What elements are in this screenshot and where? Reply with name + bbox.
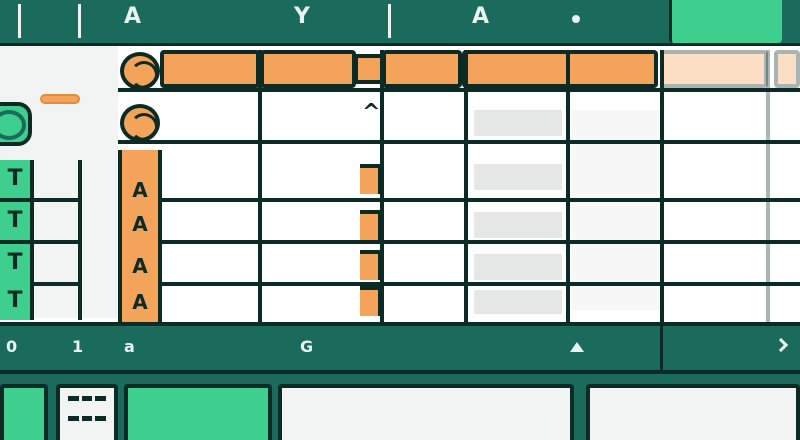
column-header[interactable] [774, 50, 800, 88]
record-circle-icon[interactable] [120, 104, 160, 142]
grid-cell[interactable] [474, 110, 562, 136]
row-label: A [132, 212, 148, 236]
bracket-icon [360, 164, 382, 194]
record-circle-icon[interactable] [120, 52, 160, 90]
column-header[interactable] [660, 50, 768, 88]
table-grid-icon[interactable] [56, 384, 118, 440]
sidebar-row[interactable]: T [0, 160, 82, 202]
bottom-input[interactable] [586, 384, 800, 440]
grid-cell[interactable] [474, 290, 562, 314]
status-bar [0, 322, 800, 374]
toolbar-primary-button[interactable] [669, 0, 782, 43]
toolbar-tool-a2[interactable]: A [472, 6, 489, 28]
bracket-icon [360, 286, 382, 316]
grid-bar [68, 415, 79, 421]
status-item: 0 [6, 337, 18, 356]
grid-bar [81, 415, 93, 421]
column-header[interactable] [260, 50, 356, 88]
grid-line [566, 50, 570, 322]
toolbar-divider [18, 4, 21, 38]
notification-dot-icon [572, 15, 580, 23]
status-item: G [300, 337, 314, 356]
bottom-primary-button[interactable] [124, 384, 272, 440]
sidebar-key: T [0, 160, 34, 198]
status-divider [660, 326, 663, 370]
sidebar-row[interactable]: T [0, 202, 82, 244]
toolbar-divider [388, 4, 391, 38]
sidebar-key: T [0, 244, 34, 282]
grid-line [118, 140, 800, 144]
grid-line [118, 88, 800, 92]
column-marker-icon[interactable] [354, 54, 384, 84]
sidebar-row[interactable]: T [0, 244, 82, 286]
grid-bar [95, 396, 106, 401]
status-item: a [124, 337, 135, 356]
triangle-up-icon[interactable] [570, 342, 584, 352]
grid-line [258, 50, 262, 322]
bracket-icon [360, 250, 382, 280]
sidebar-key: T [0, 202, 34, 240]
sidebar-key: T [0, 282, 34, 320]
grid-line [464, 50, 468, 322]
grid-cell[interactable] [474, 254, 562, 280]
sidebar-divider [78, 160, 82, 320]
column-header[interactable] [160, 50, 260, 88]
status-item: 1 [72, 337, 84, 356]
toolbar-tool-y[interactable]: Y [294, 6, 310, 28]
column-header[interactable] [462, 50, 658, 88]
row-label: A [132, 290, 148, 314]
bracket-icon [360, 210, 382, 240]
grid-bar [68, 396, 79, 401]
grid-bar [95, 415, 106, 421]
grid-cell[interactable] [474, 212, 562, 238]
column-header[interactable] [382, 50, 462, 88]
grid-line [766, 50, 770, 322]
grid-cell[interactable] [474, 164, 562, 190]
row-label: A [132, 254, 148, 278]
grid-line [118, 198, 800, 202]
sidebar-row[interactable]: T [0, 282, 82, 322]
toolbar-divider [78, 4, 81, 38]
grid-line [118, 240, 800, 244]
column-caret-icon: ^ [362, 100, 381, 125]
grid-line [118, 282, 800, 286]
row-label: A [132, 178, 148, 202]
bottom-input[interactable] [278, 384, 574, 440]
toolbar-tool-a[interactable]: A [124, 6, 141, 28]
grid-line [660, 50, 664, 322]
grid-bar [81, 396, 93, 401]
slider-icon[interactable] [40, 94, 80, 104]
bottom-tab[interactable] [0, 384, 48, 440]
